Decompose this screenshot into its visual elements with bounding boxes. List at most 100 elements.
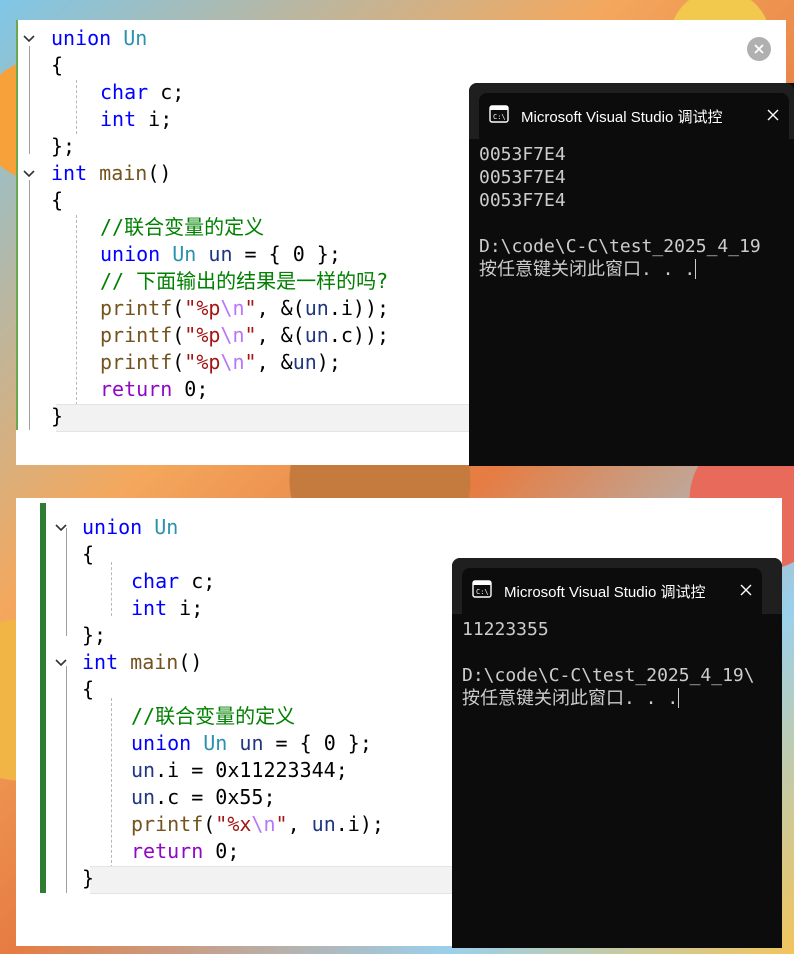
code-token: i;: [136, 107, 173, 131]
indent-guide: [111, 698, 112, 868]
code-token: un: [131, 785, 156, 809]
code-line[interactable]: un.c = 0x55;: [131, 784, 276, 811]
indent-guide: [111, 562, 112, 616]
code-token: .c = 0x55;: [155, 785, 276, 809]
code-line[interactable]: union Un: [51, 25, 147, 52]
code-token: int: [51, 161, 88, 185]
code-token: c;: [179, 569, 216, 593]
code-token: un: [292, 350, 317, 374]
code-token: ": [244, 323, 257, 347]
close-icon[interactable]: [740, 583, 752, 600]
chevron-down-icon[interactable]: [54, 521, 68, 535]
code-line[interactable]: char c;: [131, 568, 215, 595]
console-titlebar[interactable]: C:\ Microsoft Visual Studio 调试控: [469, 83, 794, 139]
code-token: };: [51, 134, 76, 158]
code-token: Un: [154, 515, 179, 539]
code-comment: //联合变量的定义: [100, 215, 265, 239]
code-line[interactable]: int main(): [82, 649, 202, 676]
code-token: c;: [148, 80, 185, 104]
code-line[interactable]: un.i = 0x11223344;: [131, 757, 348, 784]
code-token: "%p: [184, 323, 221, 347]
code-line[interactable]: {: [51, 187, 63, 214]
code-token: {: [82, 542, 95, 566]
change-marker-bar: [16, 20, 18, 430]
code-line[interactable]: printf("%p\n", &(un.i));: [100, 295, 389, 322]
code-token: = { 0 };: [263, 731, 372, 755]
code-token: (: [172, 350, 185, 374]
code-token: un: [304, 296, 329, 320]
current-line-highlight: [90, 866, 480, 894]
code-token: Un: [172, 242, 197, 266]
code-line[interactable]: };: [51, 133, 75, 160]
code-token: printf: [100, 323, 173, 347]
fold-guide: [29, 46, 30, 154]
code-line[interactable]: union Un un = { 0 };: [100, 241, 341, 268]
code-line[interactable]: union Un: [82, 514, 178, 541]
code-line[interactable]: {: [51, 52, 63, 79]
code-token: ,: [287, 812, 312, 836]
console-output: 11223355 D:\code\C-C\test_2025_4_19\ 按任意…: [462, 618, 782, 710]
console-titlebar[interactable]: C:\ Microsoft Visual Studio 调试控: [452, 558, 782, 614]
code-token: , &(: [256, 323, 305, 347]
code-line[interactable]: return 0;: [131, 838, 239, 865]
code-token: return: [131, 839, 204, 863]
code-token: un: [311, 812, 336, 836]
code-token: }: [51, 404, 64, 428]
code-line[interactable]: union Un un = { 0 };: [131, 730, 372, 757]
code-token: ": [244, 350, 257, 374]
code-token: un: [304, 323, 329, 347]
code-line[interactable]: int main(): [51, 160, 171, 187]
code-token: return: [100, 377, 173, 401]
code-line[interactable]: printf("%p\n", &un);: [100, 349, 341, 376]
chevron-down-icon[interactable]: [22, 167, 36, 181]
code-line[interactable]: int i;: [131, 595, 203, 622]
code-line[interactable]: };: [82, 622, 106, 649]
code-token: \n: [251, 812, 276, 836]
code-line[interactable]: return 0;: [100, 376, 208, 403]
code-line[interactable]: // 下面输出的结果是一样的吗?: [100, 268, 388, 295]
current-line-highlight: [56, 404, 486, 432]
code-token: .c));: [328, 323, 390, 347]
code-token: = { 0 };: [232, 242, 341, 266]
close-icon[interactable]: [747, 37, 771, 61]
code-comment: //联合变量的定义: [131, 704, 296, 728]
code-comment: // 下面输出的结果是一样的吗?: [100, 269, 389, 293]
code-token: , &(: [256, 296, 305, 320]
code-line[interactable]: {: [82, 676, 94, 703]
console-tab[interactable]: C:\ Microsoft Visual Studio 调试控: [479, 93, 789, 139]
code-line[interactable]: printf("%p\n", &(un.c));: [100, 322, 389, 349]
code-token: (: [203, 812, 216, 836]
fold-guide: [66, 666, 67, 893]
console-output-text: 11223355 D:\code\C-C\test_2025_4_19\ 按任意…: [462, 619, 755, 709]
code-token: i;: [167, 596, 204, 620]
terminal-icon: C:\: [472, 580, 492, 602]
code-line[interactable]: }: [51, 403, 63, 430]
code-token: Un: [123, 26, 148, 50]
code-token: "%x: [215, 812, 252, 836]
code-line[interactable]: //联合变量的定义: [131, 703, 295, 730]
code-token: printf: [131, 812, 204, 836]
code-token: main: [99, 161, 148, 185]
code-token: "%p: [184, 296, 221, 320]
debug-console-window[interactable]: C:\ Microsoft Visual Studio 调试控 0053F7E4…: [469, 83, 794, 466]
code-token: un: [208, 242, 233, 266]
code-line[interactable]: //联合变量的定义: [100, 214, 264, 241]
chevron-down-icon[interactable]: [22, 32, 36, 46]
code-token: Un: [203, 731, 228, 755]
chevron-down-icon[interactable]: [54, 656, 68, 670]
console-output: 0053F7E4 0053F7E4 0053F7E4 D:\code\C-C\t…: [479, 143, 794, 281]
code-token: .i));: [328, 296, 390, 320]
code-token: ": [244, 296, 257, 320]
close-icon[interactable]: [767, 108, 779, 125]
code-line[interactable]: {: [82, 541, 94, 568]
code-line[interactable]: printf("%x\n", un.i);: [131, 811, 384, 838]
debug-console-window[interactable]: C:\ Microsoft Visual Studio 调试控 11223355…: [452, 558, 782, 948]
console-output-text: 0053F7E4 0053F7E4 0053F7E4 D:\code\C-C\t…: [479, 144, 761, 280]
code-token: "%p: [184, 350, 221, 374]
console-tab[interactable]: C:\ Microsoft Visual Studio 调试控: [462, 568, 762, 614]
code-token: {: [51, 53, 64, 77]
code-line[interactable]: }: [82, 865, 94, 892]
code-line[interactable]: char c;: [100, 79, 184, 106]
indent-guide: [76, 215, 77, 405]
code-line[interactable]: int i;: [100, 106, 172, 133]
